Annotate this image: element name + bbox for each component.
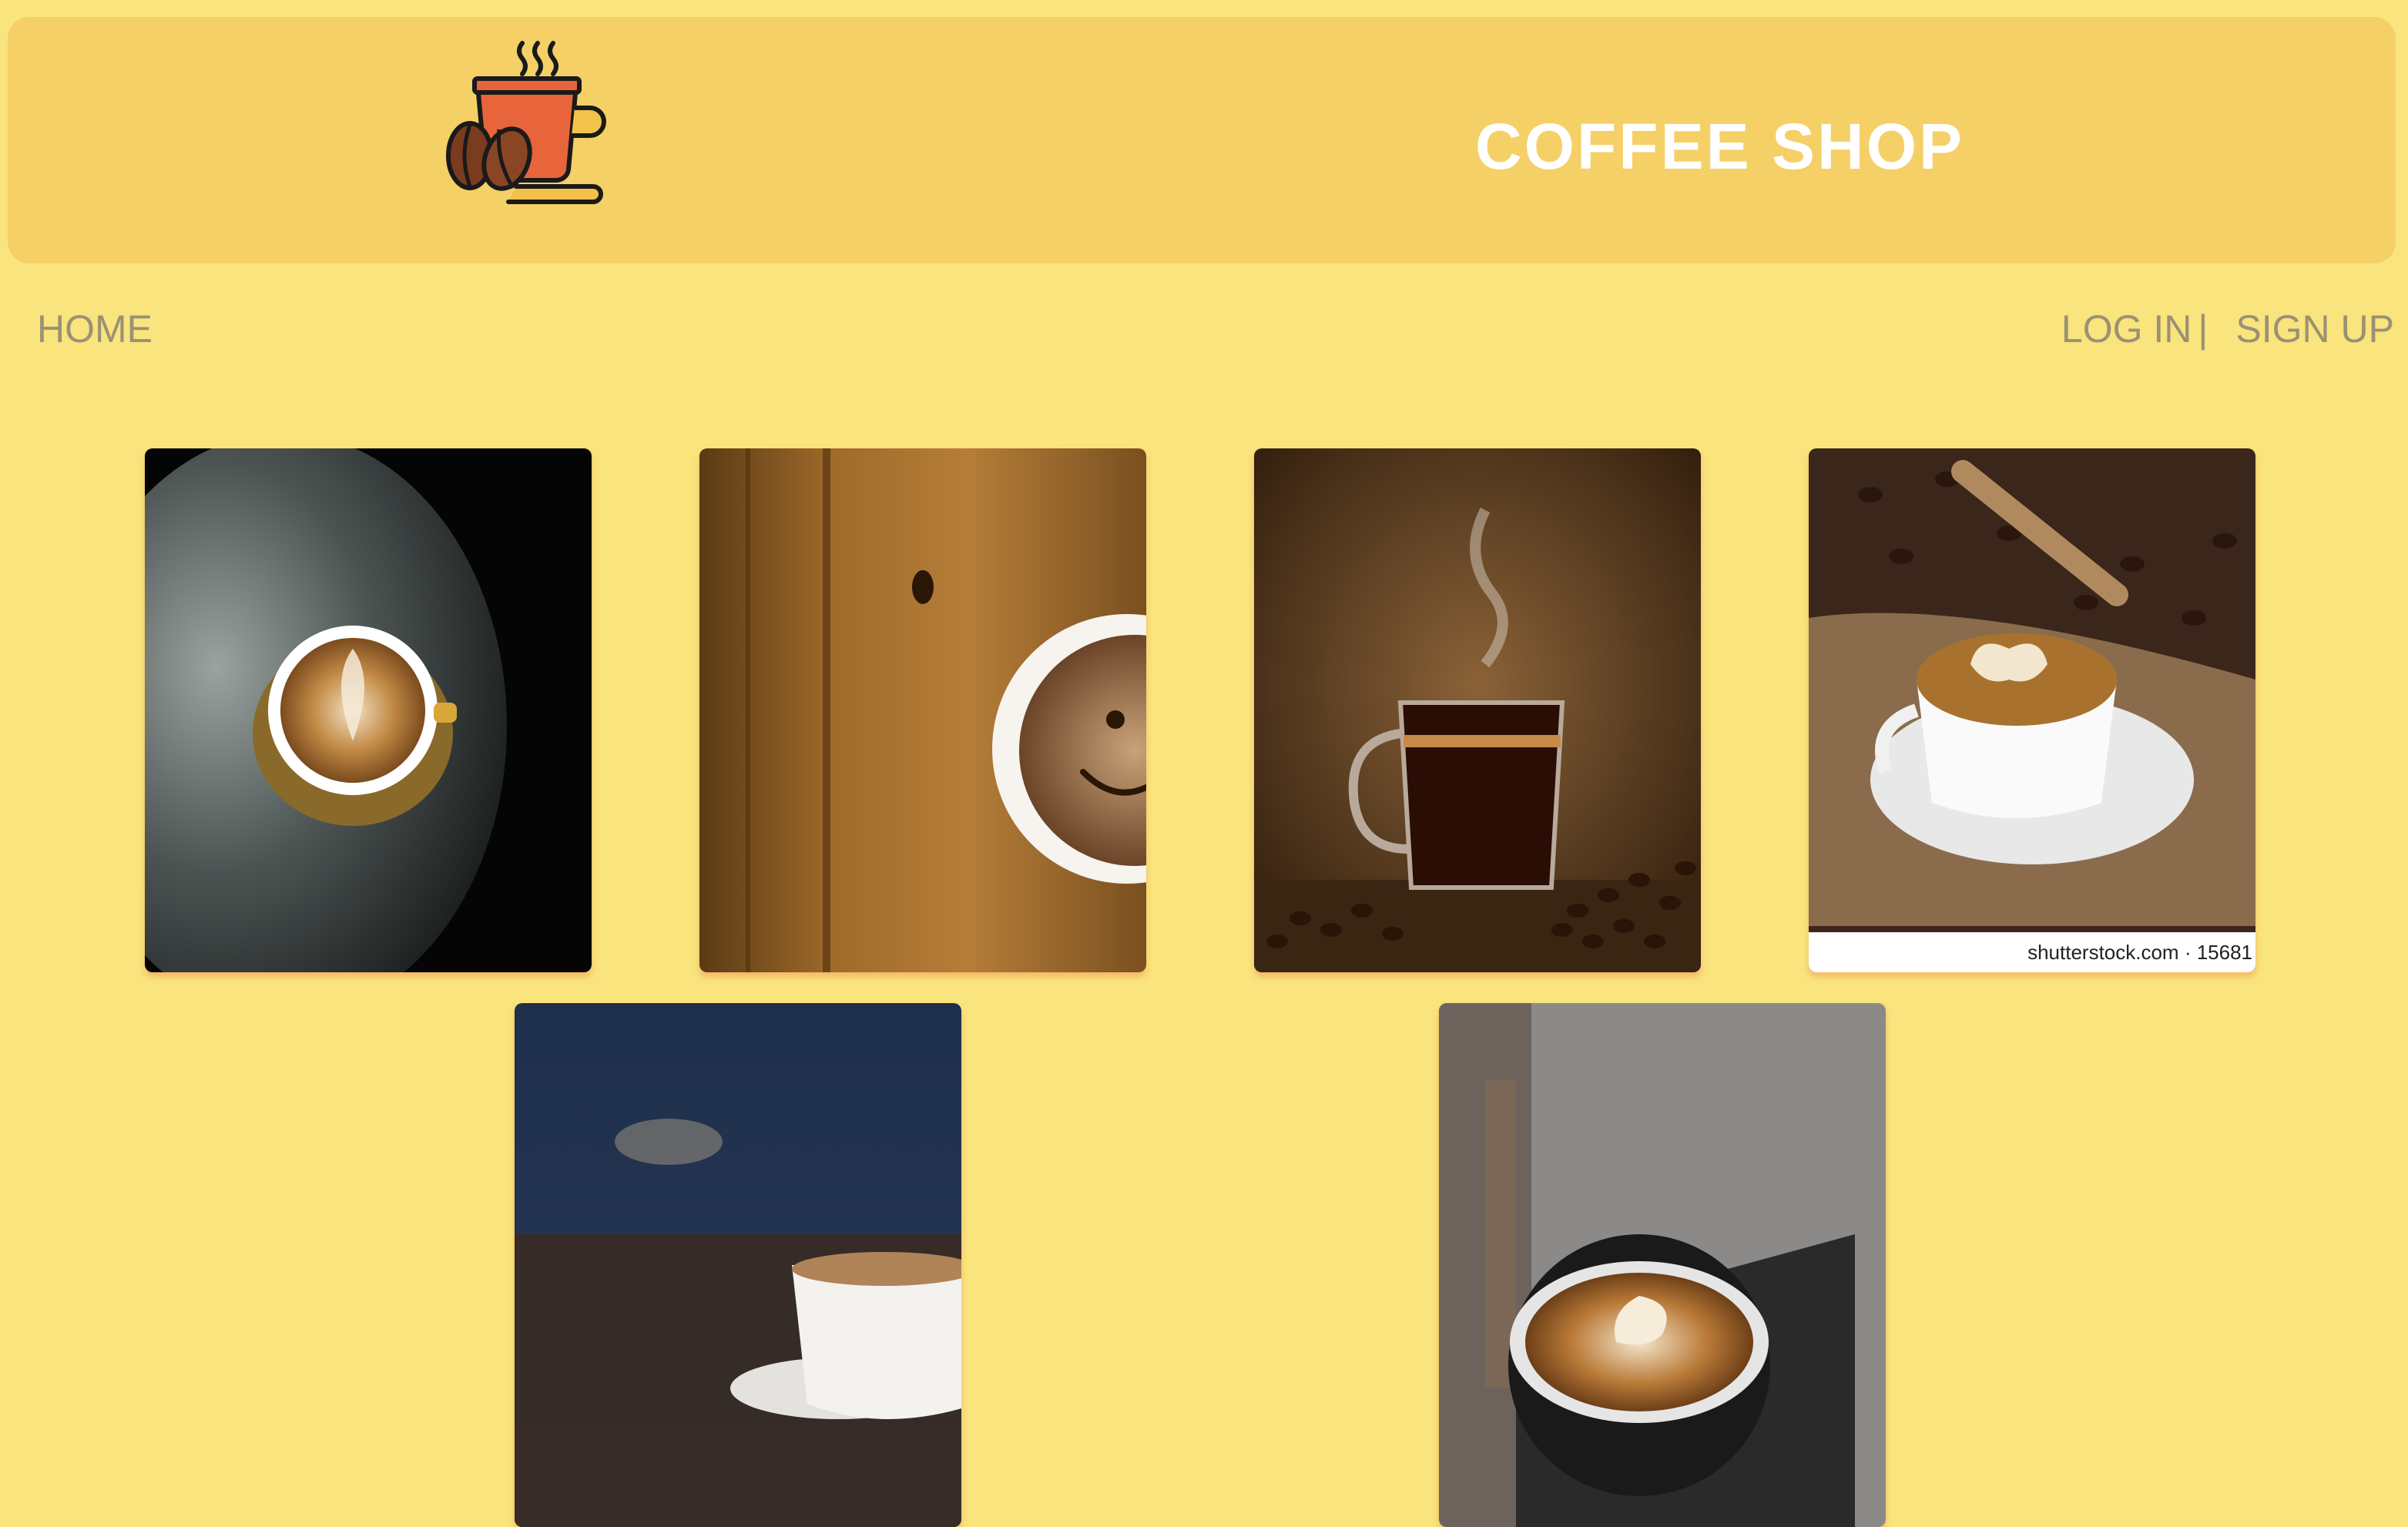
site-header: COFFEE SHOP xyxy=(8,17,2396,263)
gallery-photo-latte-on-beans[interactable]: shutterstock.com · 15681 xyxy=(1809,448,2255,972)
gallery-photo-coffee-blue-background[interactable] xyxy=(515,1003,961,1527)
gallery-photo-latte-top-view[interactable] xyxy=(145,448,592,972)
nav-login-link[interactable]: LOG IN xyxy=(2061,307,2192,351)
nav-separator: | xyxy=(2198,307,2208,351)
auth-nav: LOG IN | SIGN UP xyxy=(2061,307,2394,351)
stock-watermark: shutterstock.com · 15681 xyxy=(1809,932,2255,972)
gallery-photo-latte-espresso-machine[interactable] xyxy=(1439,1003,1886,1527)
gallery-photo-smiley-coffee[interactable] xyxy=(699,448,1146,972)
gallery-photo-black-coffee-glass[interactable] xyxy=(1254,448,1701,972)
nav-signup-link[interactable]: SIGN UP xyxy=(2235,307,2394,351)
coffee-cup-logo-icon[interactable] xyxy=(439,32,624,210)
nav-home-link[interactable]: HOME xyxy=(37,307,153,351)
site-title: COFFEE SHOP xyxy=(1475,110,1965,183)
